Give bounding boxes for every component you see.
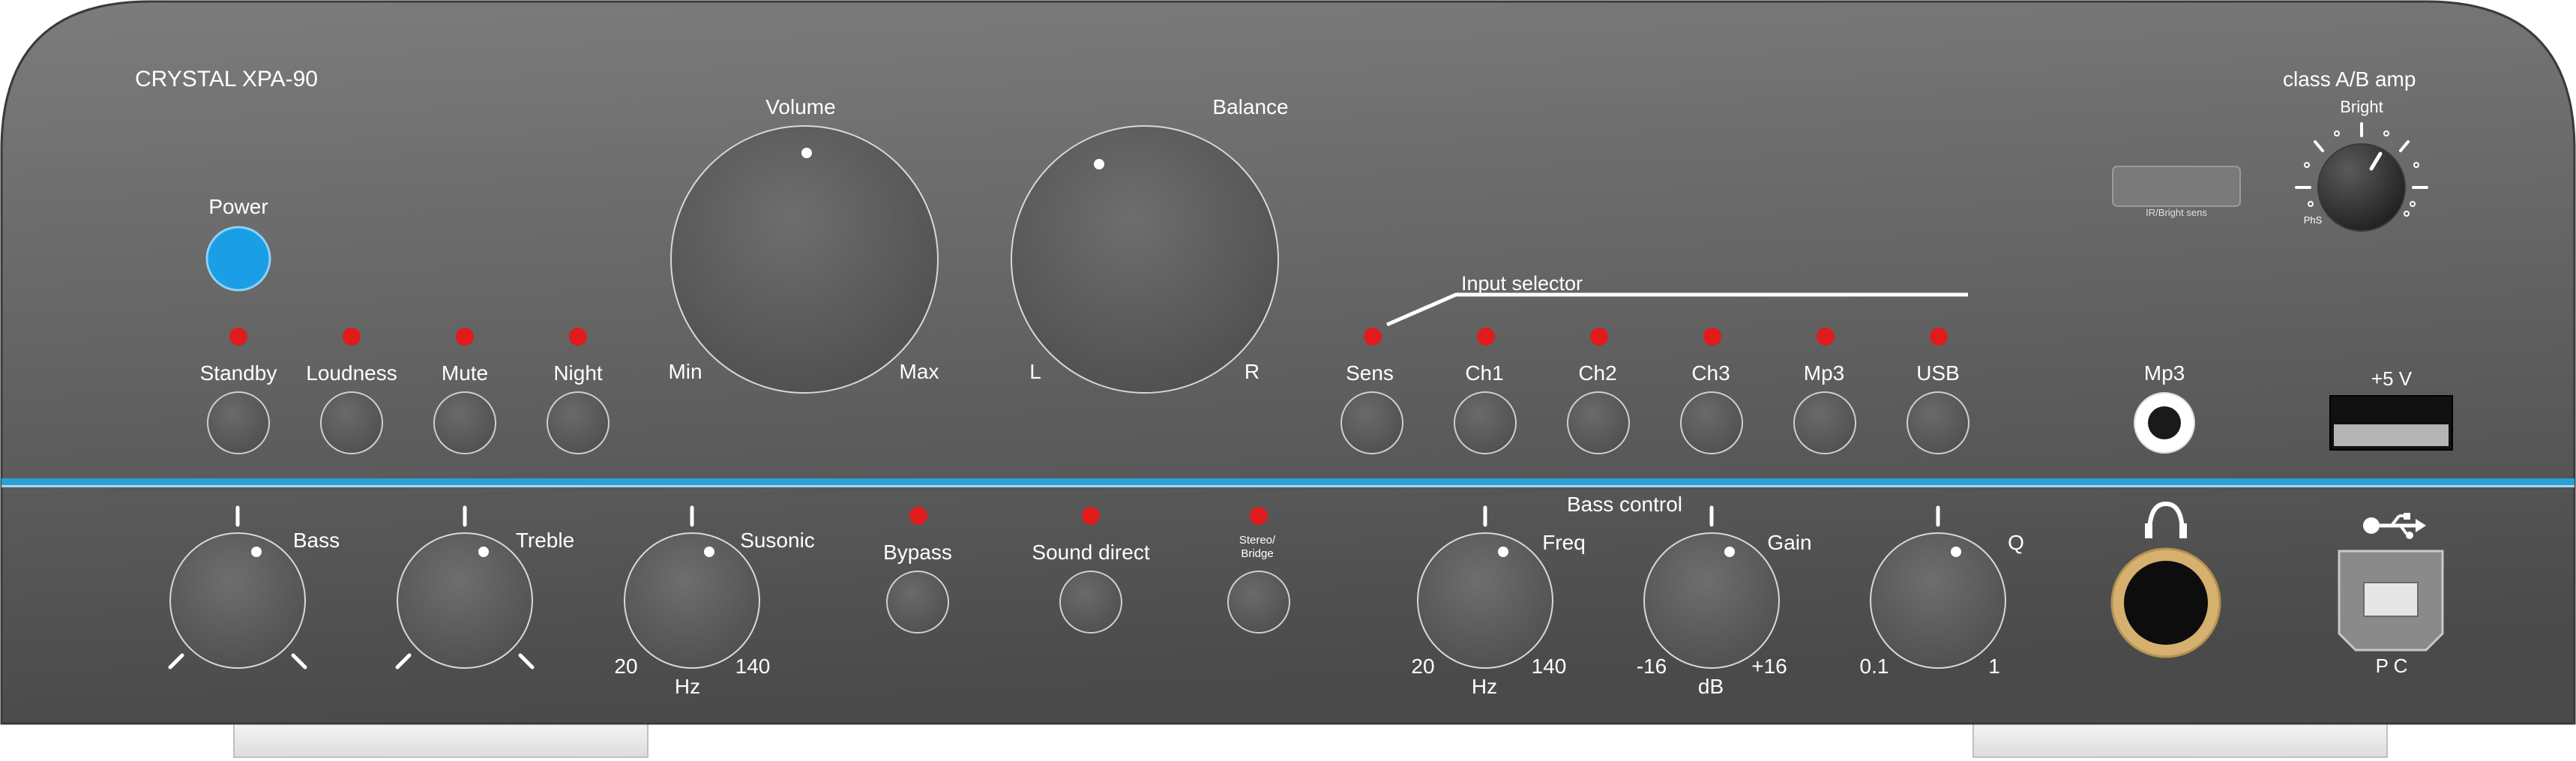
susonic-unit-label: Hz: [675, 675, 700, 698]
treble-label: Treble: [516, 529, 574, 552]
treble-knob[interactable]: [397, 532, 533, 669]
input-sens-button[interactable]: [1340, 391, 1403, 454]
freq-knob[interactable]: [1417, 532, 1553, 669]
bypass-led: [909, 507, 927, 525]
mute-label: Mute: [442, 361, 488, 385]
q-knob[interactable]: [1870, 532, 2006, 669]
input-mp3-button[interactable]: [1793, 391, 1856, 454]
amplifier-front-panel: CRYSTAL XPA-90 class A/B amp Power Stand…: [0, 0, 2576, 761]
standby-label: Standby: [200, 361, 277, 385]
gain-max-label: +16: [1751, 655, 1787, 678]
input-ch2-label: Ch2: [1578, 361, 1616, 385]
input-ch2-button[interactable]: [1567, 391, 1630, 454]
usb-power-label: +5 V: [2371, 367, 2413, 390]
input-ch3-led: [1703, 328, 1721, 346]
balance-left-label: L: [1029, 360, 1041, 383]
model-name: CRYSTAL XPA-90: [135, 67, 318, 91]
input-sens-label: Sens: [1346, 361, 1394, 385]
sound-direct-label: Sound direct: [1032, 541, 1149, 564]
q-max-label: 1: [1988, 655, 2000, 678]
susonic-knob-indicator: [704, 547, 714, 557]
class-label: class A/B amp: [2283, 67, 2416, 91]
night-led: [569, 328, 587, 346]
stereo-bridge-button[interactable]: [1227, 571, 1290, 634]
panel-graphic: CRYSTAL XPA-90 class A/B amp Power Stand…: [0, 0, 2576, 758]
input-sens-led: [1364, 328, 1382, 346]
volume-max-label: Max: [900, 360, 939, 383]
input-mp3-led: [1817, 328, 1835, 346]
input-ch2-led: [1590, 328, 1608, 346]
loudness-button[interactable]: [320, 391, 383, 454]
input-ch3-button[interactable]: [1680, 391, 1743, 454]
standby-led: [229, 328, 247, 346]
power-label: Power: [208, 195, 268, 218]
susonic-max-label: 140: [735, 655, 771, 678]
standby-button[interactable]: [207, 391, 270, 454]
bright-phs-label: PhS: [2304, 214, 2323, 226]
input-selector-title: Input selector: [1461, 272, 1583, 295]
bypass-button[interactable]: [886, 571, 949, 634]
pc-port-label: P C: [2376, 655, 2408, 677]
night-label: Night: [553, 361, 603, 385]
bass-knob-indicator: [251, 547, 262, 557]
ir-sensor-window: [2112, 166, 2241, 207]
gain-knob[interactable]: [1643, 532, 1780, 669]
q-knob-indicator: [1951, 547, 1961, 557]
gain-knob-indicator: [1724, 547, 1735, 557]
power-button[interactable]: [205, 226, 271, 292]
input-usb-label: USB: [1916, 361, 1960, 385]
volume-knob[interactable]: [670, 125, 939, 394]
freq-knob-indicator: [1498, 547, 1508, 557]
freq-label: Freq: [1542, 531, 1586, 554]
susonic-knob[interactable]: [624, 532, 760, 669]
loudness-label: Loudness: [306, 361, 397, 385]
treble-knob-indicator: [478, 547, 489, 557]
bass-label: Bass: [293, 529, 340, 552]
stereo-bridge-label-line2: Bridge: [1241, 547, 1273, 560]
freq-min-label: 20: [1411, 655, 1434, 678]
balance-knob-indicator: [1094, 159, 1104, 169]
balance-knob[interactable]: [1011, 125, 1279, 394]
gain-label: Gain: [1767, 531, 1811, 554]
susonic-min-label: 20: [614, 655, 637, 678]
mp3-jack-label: Mp3: [2144, 361, 2185, 385]
input-ch1-led: [1477, 328, 1495, 346]
input-ch1-button[interactable]: [1454, 391, 1517, 454]
left-foot: [233, 723, 648, 758]
mute-button[interactable]: [433, 391, 496, 454]
ir-sensor-label: IR/Bright sens: [2146, 207, 2207, 218]
input-ch1-label: Ch1: [1465, 361, 1503, 385]
bass-knob[interactable]: [169, 532, 306, 669]
q-min-label: 0.1: [1860, 655, 1889, 678]
balance-label: Balance: [1212, 95, 1288, 118]
bypass-label: Bypass: [883, 541, 952, 564]
volume-min-label: Min: [668, 360, 702, 383]
gain-unit-label: dB: [1698, 675, 1724, 698]
volume-label: Volume: [765, 95, 835, 118]
input-usb-led: [1930, 328, 1948, 346]
freq-max-label: 140: [1532, 655, 1567, 678]
sound-direct-led: [1082, 507, 1100, 525]
loudness-led: [343, 328, 361, 346]
input-mp3-label: Mp3: [1804, 361, 1844, 385]
stereo-bridge-led: [1250, 507, 1268, 525]
bright-knob[interactable]: [2317, 143, 2406, 232]
susonic-label: Susonic: [740, 529, 815, 552]
gain-min-label: -16: [1637, 655, 1667, 678]
right-foot: [1972, 723, 2388, 758]
night-button[interactable]: [547, 391, 610, 454]
freq-unit-label: Hz: [1472, 675, 1497, 698]
bright-label: Bright: [2340, 97, 2383, 116]
mute-led: [456, 328, 474, 346]
stereo-bridge-label-line1: Stereo/: [1239, 534, 1276, 547]
accent-line: [1, 478, 2575, 485]
sound-direct-button[interactable]: [1059, 571, 1122, 634]
balance-right-label: R: [1245, 360, 1260, 383]
input-ch3-label: Ch3: [1691, 361, 1730, 385]
volume-knob-indicator: [801, 148, 812, 158]
bass-control-title: Bass control: [1567, 493, 1682, 516]
q-label: Q: [2008, 531, 2024, 554]
input-usb-button[interactable]: [1907, 391, 1969, 454]
